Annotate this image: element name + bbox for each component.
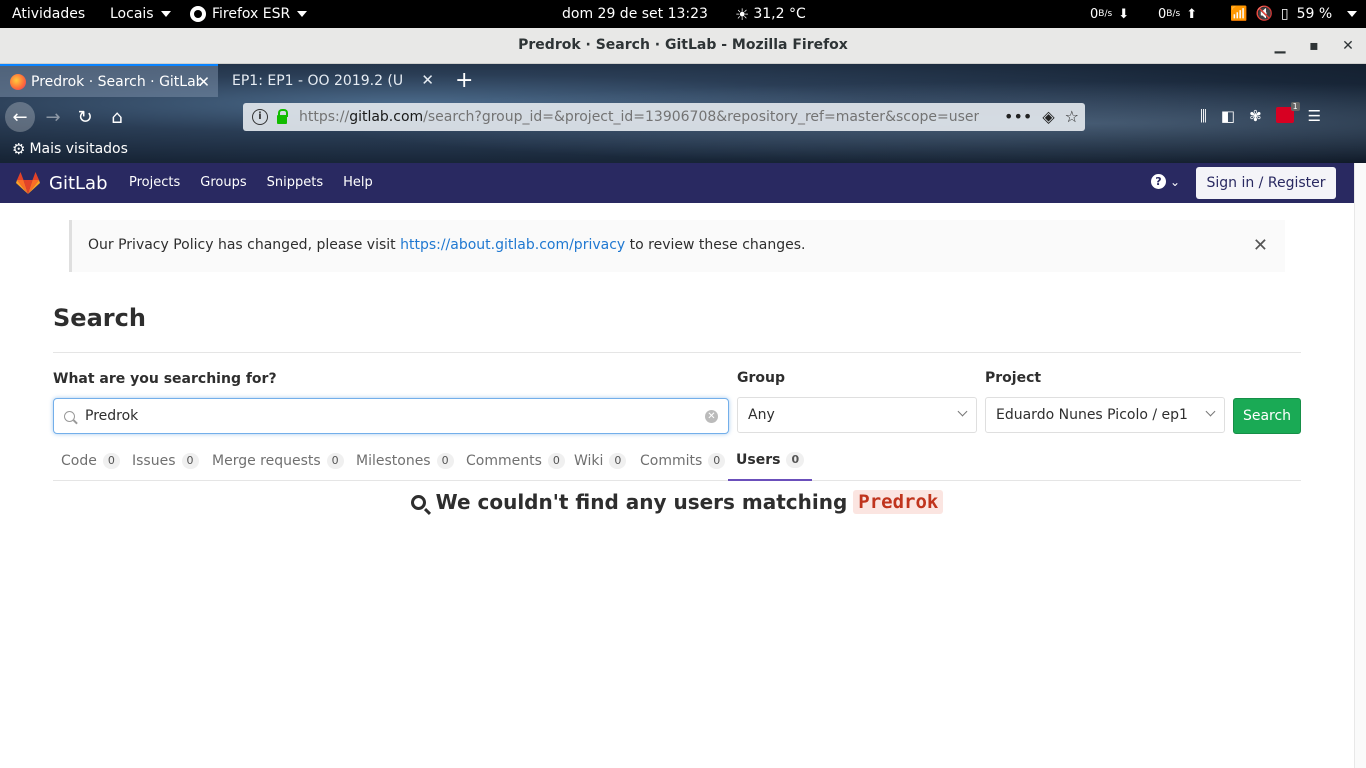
gear-icon: ⚙ — [12, 140, 26, 158]
tab-issues[interactable]: Issues 0 — [124, 440, 207, 481]
count-badge: 0 — [786, 451, 805, 468]
home-icon[interactable]: ⌂ — [102, 102, 132, 132]
empty-state: We couldn't find any users matching Pred… — [0, 490, 1354, 514]
close-alert-icon[interactable]: ✕ — [1253, 237, 1268, 255]
group-dropdown[interactable]: Any — [737, 397, 977, 433]
dropdown-arrow-icon — [297, 11, 308, 17]
chevron-down-icon: ⌄ — [1170, 174, 1181, 189]
window-title: Predrok · Search · GitLab - Mozilla Fire… — [518, 37, 848, 53]
extension-red-icon[interactable]: 1 — [1275, 102, 1300, 123]
project-dropdown[interactable]: Eduardo Nunes Picolo / ep1 — [985, 397, 1225, 433]
privacy-link[interactable]: https://about.gitlab.com/privacy — [400, 237, 625, 253]
activities-button[interactable]: Atividades — [12, 0, 85, 28]
tab-wiki[interactable]: Wiki 0 — [566, 440, 634, 481]
tab-code[interactable]: Code 0 — [53, 440, 128, 481]
gitlab-nav: Projects Groups Snippets Help — [129, 175, 373, 190]
net-download: 0 B/s ⬇ — [1090, 6, 1130, 22]
page-scrollbar[interactable] — [1354, 163, 1366, 768]
arrow-down-icon: ⬇ — [1118, 6, 1130, 22]
hamburger-menu-icon[interactable]: ☰ — [1308, 107, 1321, 125]
system-menu[interactable]: 📶 🔇 ▯ 59 % — [1230, 0, 1358, 28]
chevron-down-icon — [957, 406, 968, 417]
extension-icon[interactable]: ✾ — [1249, 107, 1262, 125]
count-badge: 0 — [436, 452, 454, 469]
tanuki-icon — [16, 172, 40, 194]
tab-users[interactable]: Users 0 — [728, 440, 813, 481]
tab-ep1[interactable]: EP1: EP1 - OO 2019.2 (UnB ✕ — [222, 64, 442, 97]
count-badge: 0 — [547, 452, 565, 469]
help-dropdown[interactable]: ? ⌄ — [1151, 174, 1180, 189]
browser-chrome: Predrok · Search · GitLab ✕ EP1: EP1 - O… — [0, 64, 1366, 163]
app-menu[interactable]: Firefox ESR — [190, 0, 308, 28]
count-badge: 0 — [609, 452, 627, 469]
info-icon[interactable]: i — [252, 109, 268, 125]
search-icon — [410, 494, 426, 510]
count-badge: 0 — [326, 452, 344, 469]
pocket-icon[interactable]: ◈ — [1042, 107, 1054, 126]
count-badge: 0 — [708, 452, 726, 469]
nav-projects[interactable]: Projects — [129, 175, 180, 190]
gitlab-header: GitLab Projects Groups Snippets Help ? ⌄… — [0, 163, 1354, 203]
bookmark-star-icon[interactable]: ☆ — [1065, 107, 1079, 126]
tab-merge-requests[interactable]: Merge requests 0 — [204, 440, 352, 481]
tab-gitlab-search[interactable]: Predrok · Search · GitLab ✕ — [0, 64, 218, 97]
query-label: What are you searching for? — [53, 371, 277, 387]
lock-icon[interactable] — [277, 109, 288, 124]
reload-icon[interactable]: ↻ — [70, 102, 100, 132]
library-icon[interactable]: ⫼ — [1200, 107, 1207, 125]
divider — [53, 352, 1301, 353]
clear-search-icon[interactable]: ✕ — [705, 410, 718, 423]
gitlab-favicon-icon — [10, 73, 26, 90]
group-label: Group — [737, 370, 786, 386]
new-tab-icon[interactable]: + — [455, 68, 473, 93]
back-icon[interactable]: ← — [5, 102, 35, 132]
net-upload: 0 B/s ⬆ — [1158, 6, 1198, 22]
url-bar[interactable]: i https://gitlab.com/search?group_id=&pr… — [243, 103, 1085, 131]
firefox-icon — [190, 6, 206, 22]
maximize-icon[interactable]: ▪ — [1302, 34, 1326, 58]
minimize-icon[interactable]: ▁ — [1268, 34, 1292, 58]
tab-commits[interactable]: Commits 0 — [632, 440, 733, 481]
tab-milestones[interactable]: Milestones 0 — [348, 440, 462, 481]
close-tab-icon[interactable]: ✕ — [197, 73, 210, 91]
close-window-icon[interactable]: ✕ — [1336, 34, 1360, 58]
search-icon — [64, 410, 75, 422]
weather-indicator[interactable]: ☀ 31,2 °C — [735, 0, 806, 28]
page-actions-icon[interactable]: ••• — [1004, 107, 1032, 126]
search-input[interactable]: Predrok ✕ — [53, 398, 729, 434]
window-titlebar[interactable]: Predrok · Search · GitLab - Mozilla Fire… — [0, 28, 1366, 64]
battery-icon: ▯ — [1280, 6, 1289, 22]
dropdown-arrow-icon — [1347, 11, 1358, 17]
sidebar-icon[interactable]: ◧ — [1221, 107, 1235, 125]
wifi-icon: 📶 — [1230, 6, 1248, 22]
bookmark-most-visited[interactable]: ⚙ Mais visitados — [12, 140, 128, 158]
gitlab-logo[interactable]: GitLab — [16, 172, 108, 194]
nav-snippets[interactable]: Snippets — [267, 175, 323, 190]
chevron-down-icon — [1205, 406, 1216, 417]
places-menu[interactable]: Locais — [110, 0, 171, 28]
sign-in-button[interactable]: Sign in / Register — [1196, 167, 1336, 199]
search-scope-tabs: Code 0 Issues 0 Merge requests 0 Milestones… — [53, 440, 1301, 481]
dropdown-arrow-icon — [160, 11, 171, 17]
tab-comments[interactable]: Comments 0 — [458, 440, 573, 481]
search-term: Predrok — [853, 490, 944, 514]
count-badge: 0 — [102, 452, 120, 469]
nav-help[interactable]: Help — [343, 175, 373, 190]
weather-icon: ☀ — [735, 4, 750, 24]
privacy-alert: Our Privacy Policy has changed, please v… — [69, 220, 1285, 272]
nav-toolbar: ← → ↻ ⌂ i https://gitlab.com/search?grou… — [0, 100, 1366, 134]
search-button[interactable]: Search — [1233, 398, 1301, 434]
page-title: Search — [53, 304, 146, 332]
close-tab-icon[interactable]: ✕ — [421, 71, 434, 89]
url-text[interactable]: https://gitlab.com/search?group_id=&proj… — [299, 109, 979, 125]
forward-icon[interactable]: → — [38, 102, 68, 132]
arrow-up-icon: ⬆ — [1186, 6, 1198, 22]
nav-groups[interactable]: Groups — [200, 175, 246, 190]
volume-muted-icon: 🔇 — [1255, 6, 1273, 22]
system-top-bar: Atividades Locais Firefox ESR dom 29 de … — [0, 0, 1366, 28]
count-badge: 0 — [181, 452, 199, 469]
project-label: Project — [985, 370, 1042, 386]
question-icon: ? — [1151, 174, 1166, 189]
clock[interactable]: dom 29 de set 13:23 — [562, 0, 708, 28]
